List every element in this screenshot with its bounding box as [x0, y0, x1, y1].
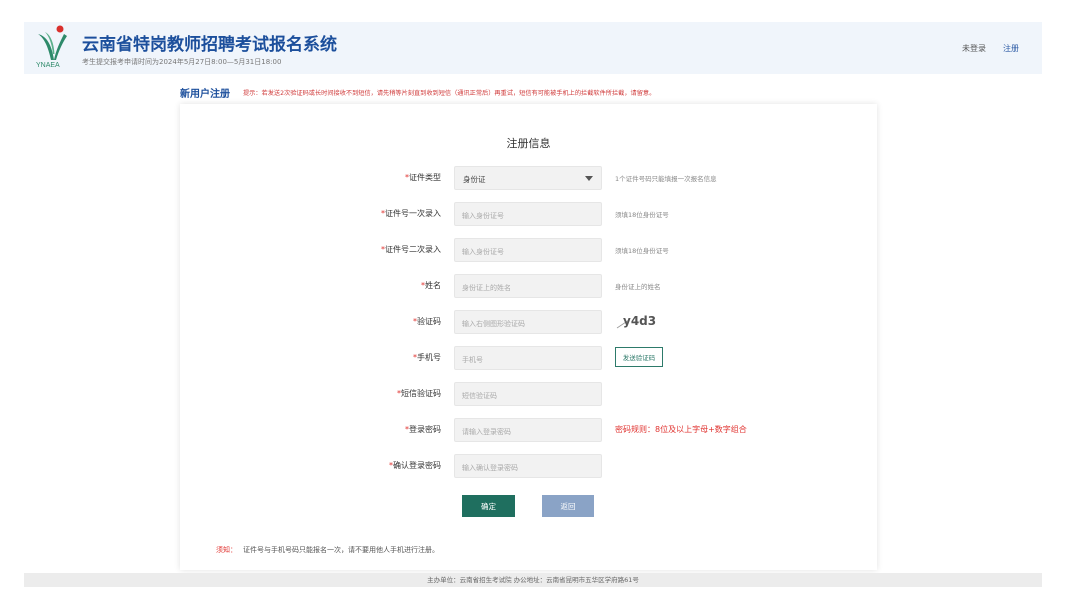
notice-label: 须知：: [216, 546, 237, 554]
phone-label: *手机号: [413, 353, 441, 362]
notice-text: 证件号与手机号码只能报名一次，请不要用他人手机进行注册。: [243, 546, 439, 554]
row-id-first: *证件号一次录入 须填18位身份证号: [180, 202, 877, 227]
sms-code-label: *短信验证码: [397, 389, 441, 398]
id-second-label: *证件号二次录入: [381, 245, 441, 254]
password-rule-hint: 密码规则：8位及以上字母+数字组合: [615, 425, 747, 434]
site-header: YNAEA 云南省特岗教师招聘考试报名系统 考生提交报考申请时间为2024年5月…: [24, 22, 1042, 74]
login-status[interactable]: 未登录: [962, 43, 986, 54]
name-hint: 身份证上的姓名: [615, 283, 661, 291]
captcha-label: *验证码: [413, 317, 441, 326]
submit-button[interactable]: 确定: [462, 495, 515, 517]
row-captcha: *验证码 y4d3: [180, 310, 877, 335]
logo-text: YNAEA: [36, 62, 60, 69]
sms-code-input[interactable]: [455, 385, 601, 407]
password-input[interactable]: [455, 421, 601, 443]
id-second-hint: 须填18位身份证号: [615, 247, 669, 255]
id-type-hint: 1个证件号码只能填报一次报名信息: [615, 175, 717, 183]
captcha-text: y4d3: [623, 314, 656, 328]
name-field: [454, 274, 602, 299]
row-id-second: *证件号二次录入 须填18位身份证号: [180, 238, 877, 263]
row-phone: *手机号 发送验证码: [180, 346, 877, 371]
id-first-hint: 须填18位身份证号: [615, 211, 669, 219]
confirm-password-label: *确认登录密码: [389, 461, 441, 470]
caret-down-icon: [585, 176, 593, 181]
row-password: *登录密码 密码规则：8位及以上字母+数字组合: [180, 418, 877, 443]
confirm-password-field: [454, 454, 602, 479]
captcha-field: [454, 310, 602, 335]
application-period: 考生提交报考申请时间为2024年5月27日8:00—5月31日18:00: [82, 58, 282, 66]
notice: 须知： 证件号与手机号码只能报名一次，请不要用他人手机进行注册。: [216, 545, 439, 555]
id-first-field: [454, 202, 602, 227]
name-input[interactable]: [455, 277, 601, 299]
sms-code-field: [454, 382, 602, 407]
id-type-value: 身份证: [463, 175, 486, 184]
row-confirm-password: *确认登录密码: [180, 454, 877, 479]
id-second-input[interactable]: [455, 241, 601, 263]
row-sms-code: *短信验证码: [180, 382, 877, 407]
password-field: [454, 418, 602, 443]
site-footer: 主办单位：云南省招生考试院 办公地址：云南省昆明市五华区学府路61号: [24, 573, 1042, 587]
name-label: *姓名: [421, 281, 441, 290]
confirm-password-input[interactable]: [455, 457, 601, 479]
section-title: 新用户注册: [180, 89, 230, 100]
row-id-type: *证件类型 身份证 1个证件号码只能填报一次报名信息: [180, 166, 877, 190]
id-second-field: [454, 238, 602, 263]
site-title: 云南省特岗教师招聘考试报名系统: [82, 35, 337, 55]
id-first-label: *证件号一次录入: [381, 209, 441, 218]
register-link[interactable]: 注册: [1003, 43, 1019, 54]
back-button[interactable]: 返回: [542, 495, 594, 517]
phone-input[interactable]: [455, 349, 601, 371]
captcha-input[interactable]: [455, 313, 601, 335]
id-type-select[interactable]: 身份证: [454, 166, 602, 190]
id-type-label: *证件类型: [405, 173, 441, 182]
id-first-input[interactable]: [455, 205, 601, 227]
password-label: *登录密码: [405, 425, 441, 434]
form-title: 注册信息: [506, 137, 551, 150]
sms-tip: 提示：若发送2次验证码或长时间接收不到短信，请先稍等片刻直到收到短信（通讯正常后…: [243, 90, 656, 97]
row-name: *姓名 身份证上的姓名: [180, 274, 877, 299]
registration-card: 注册信息 *证件类型 身份证 1个证件号码只能填报一次报名信息 *证件号一次录入…: [180, 104, 877, 570]
captcha-image[interactable]: y4d3: [615, 310, 665, 332]
phone-field: [454, 346, 602, 371]
send-code-button[interactable]: 发送验证码: [615, 347, 663, 367]
